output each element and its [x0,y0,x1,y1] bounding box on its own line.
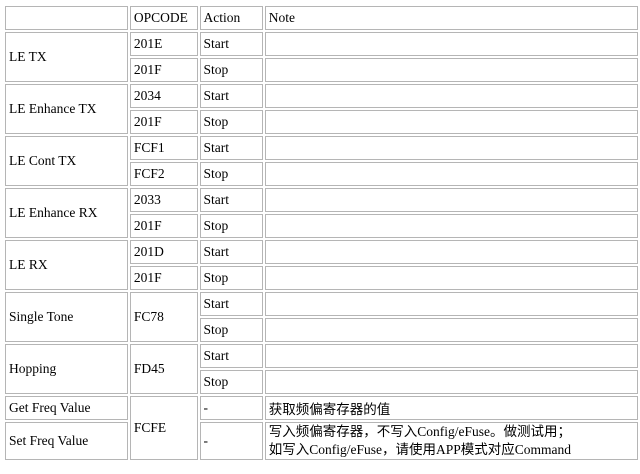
note-cell [264,240,638,264]
header-opcode: OPCODE [129,6,198,30]
action-cell: Stop [199,58,263,82]
action-cell: Stop [199,266,263,290]
table-row: LE Enhance RX 2033 Start [5,188,638,238]
note-cell: 获取频偏寄存器的值 [264,396,638,420]
action-cell: Start [199,240,263,264]
table-row: LE TX 201E Start [5,32,638,82]
action-cell: Start [199,32,263,56]
action-cell: Start [199,344,263,368]
command-name: LE Enhance RX [5,188,128,238]
command-name: LE Cont TX [5,136,128,186]
opcode-cell: FCF2 [129,162,198,186]
note-cell [264,292,638,316]
note-cell [264,84,638,108]
note-line: 如写入Config/eFuse，请使用APP模式对应Command [268,442,571,457]
table-row: LE Cont TX FCF1 Start [5,136,638,186]
opcode-cell: FC78 [129,292,198,342]
opcode-cell: 2034 [129,84,198,108]
command-name: LE TX [5,32,128,82]
note-cell [264,318,638,342]
opcode-cell: FCF1 [129,136,198,160]
table-row: LE Enhance TX 2034 Start [5,84,638,134]
action-cell: Start [199,136,263,160]
command-name: Get Freq Value [5,396,128,420]
opcode-cell: 201D [129,240,198,264]
table-row: Single Tone FC78 Start [5,292,638,342]
action-cell: - [199,422,263,460]
note-cell: 写入频偏寄存器，不写入Config/eFuse。做测试用； 如写入Config/… [264,422,638,460]
header-note: Note [264,6,638,30]
opcode-cell: 201F [129,266,198,290]
action-cell: Stop [199,214,263,238]
command-name: Set Freq Value [5,422,128,460]
command-name: LE RX [5,240,128,290]
command-name: Single Tone [5,292,128,342]
note-cell [264,110,638,134]
note-line: 写入频偏寄存器，不写入Config/eFuse。做测试用； [268,424,571,439]
action-cell: Stop [199,162,263,186]
note-cell [264,188,638,212]
header-row: OPCODE Action Note [5,6,638,30]
note-cell [264,136,638,160]
opcode-cell: FCFE [129,396,198,460]
note-cell [264,58,638,82]
action-cell: Stop [199,318,263,342]
action-cell: Stop [199,110,263,134]
action-cell: Start [199,292,263,316]
action-cell: Start [199,188,263,212]
header-action: Action [199,6,263,30]
table-row: Hopping FD45 Start [5,344,638,394]
opcode-cell: 2033 [129,188,198,212]
header-cell-empty [5,6,128,30]
opcode-cell: 201F [129,58,198,82]
note-cell [264,266,638,290]
action-cell: Stop [199,370,263,394]
note-cell [264,370,638,394]
opcode-cell: 201E [129,32,198,56]
note-cell [264,214,638,238]
opcode-cell: FD45 [129,344,198,394]
action-cell: Start [199,84,263,108]
opcode-cell: 201F [129,110,198,134]
note-cell [264,162,638,186]
table-row: Get Freq Value FCFE - 获取频偏寄存器的值 [5,396,638,460]
command-table: OPCODE Action Note LE TX 201E Start 201F… [3,4,640,462]
action-cell: - [199,396,263,420]
note-cell [264,32,638,56]
table-row: Set Freq Value - 写入频偏寄存器，不写入Config/eFuse… [5,422,638,460]
note-cell [264,344,638,368]
command-name: LE Enhance TX [5,84,128,134]
opcode-cell: 201F [129,214,198,238]
table-row: LE RX 201D Start [5,240,638,290]
command-name: Hopping [5,344,128,394]
